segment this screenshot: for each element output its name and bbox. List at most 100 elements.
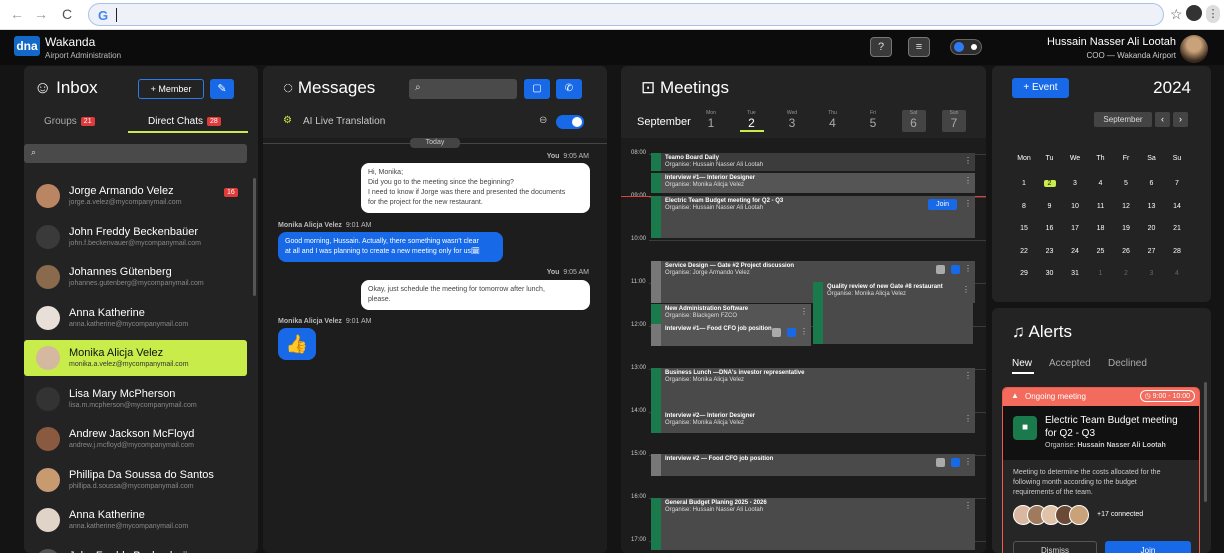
message-bubble-sent[interactable]: Okay, just schedule the meeting for tomo… [361, 280, 590, 310]
calendar-day[interactable]: 27 [1142, 248, 1162, 255]
more-options-icon[interactable]: ⋮ [964, 372, 972, 380]
day-sat[interactable]: Sat 6 [901, 110, 926, 132]
more-options-icon[interactable]: ⋮ [800, 328, 808, 336]
message-bubble-received[interactable]: Good morning, Hussain. Actually, there s… [278, 232, 503, 262]
chevron-right-icon[interactable]: › [1173, 112, 1188, 127]
bookmark-star-icon[interactable]: ☆ [1170, 6, 1183, 23]
calendar-day[interactable]: 30 [1040, 270, 1060, 277]
chevron-left-icon[interactable]: ‹ [1155, 112, 1170, 127]
calendar-day[interactable]: 3 [1142, 270, 1162, 277]
calendar-day[interactable]: 18 [1091, 225, 1111, 232]
join-meeting-button[interactable]: Join [928, 199, 957, 210]
more-options-icon[interactable]: ⋮ [800, 308, 808, 316]
add-event-button[interactable]: + Event [1012, 78, 1069, 98]
calendar-day[interactable]: 28 [1167, 248, 1187, 255]
contact-item[interactable]: Jorge Armando Velez jorge.a.velez@mycompa… [24, 178, 247, 214]
day-tue[interactable]: Tue 2 [739, 110, 764, 132]
meeting-event[interactable]: Quality review of new Gate #8 restaurant… [813, 282, 973, 344]
calendar-day[interactable]: 26 [1116, 248, 1136, 255]
more-options-icon[interactable]: ⋮ [964, 200, 972, 208]
video-call-icon[interactable]: ▢ [524, 79, 550, 99]
calendar-day[interactable]: 2 [1116, 270, 1136, 277]
meeting-event[interactable]: Interview #1— Food CFO job position ⋮ [651, 324, 811, 346]
calendar-day[interactable]: 10 [1065, 203, 1085, 210]
calendar-day[interactable]: 16 [1040, 225, 1060, 232]
calendar-day[interactable]: 20 [1142, 225, 1162, 232]
user-avatar[interactable] [1180, 35, 1208, 63]
calendar-day[interactable]: 13 [1142, 203, 1162, 210]
accept-icon[interactable] [787, 328, 796, 337]
more-options-icon[interactable]: ⋮ [964, 177, 972, 185]
browser-profile-icon[interactable] [1186, 5, 1202, 21]
contact-scrollbar[interactable] [253, 178, 256, 296]
calendar-day[interactable]: 11 [1091, 203, 1111, 210]
address-bar[interactable]: G [88, 3, 1164, 26]
calendar-day[interactable]: 9 [1040, 203, 1060, 210]
contact-item[interactable]: Anna Katherine anna.katherine@mycompanyma… [24, 502, 247, 538]
calendar-day[interactable]: 2 [1043, 180, 1056, 187]
settings-sliders-icon[interactable]: ≡ [908, 37, 930, 57]
contact-item[interactable]: Lisa Mary McPherson lisa.m.mcpherson@myco… [24, 381, 247, 417]
day-fri[interactable]: Fri 5 [861, 110, 885, 132]
reload-icon[interactable]: C [62, 6, 72, 22]
accept-icon[interactable] [951, 265, 960, 274]
calendar-day[interactable]: 24 [1065, 248, 1085, 255]
decline-icon[interactable] [772, 328, 781, 337]
calendar-day[interactable]: 1 [1091, 270, 1111, 277]
contact-item[interactable]: Phillipa Da Soussa do Santos phillipa.d.s… [24, 462, 247, 498]
translation-toggle[interactable] [556, 115, 584, 129]
accept-icon[interactable] [951, 458, 960, 467]
tab-new[interactable]: New [1012, 358, 1032, 369]
calendar-day[interactable]: 4 [1091, 180, 1111, 187]
calendar-day[interactable]: 8 [1014, 203, 1034, 210]
help-icon[interactable]: ? [870, 37, 892, 57]
tab-accepted[interactable]: Accepted [1049, 358, 1091, 369]
calendar-day[interactable]: 23 [1040, 248, 1060, 255]
calendar-day[interactable]: 1 [1014, 180, 1034, 187]
tab-direct-chats[interactable]: Direct Chats 28 [148, 116, 221, 127]
calendar-day[interactable]: 19 [1116, 225, 1136, 232]
more-options-icon[interactable]: ⋮ [962, 286, 970, 294]
calendar-day[interactable]: 5 [1116, 180, 1136, 187]
message-bubble-sent[interactable]: Hi, Monika; Did you go to the meeting sin… [361, 163, 590, 213]
message-search-input[interactable]: ⌕ [409, 79, 517, 99]
meeting-event[interactable]: General Budget Planing 2025 - 2026 Organi… [651, 498, 975, 550]
calendar-day[interactable]: 12 [1116, 203, 1136, 210]
meeting-event[interactable]: Interview #2— Interior Designer Organise:… [651, 411, 975, 433]
more-options-icon[interactable]: ⋮ [964, 415, 972, 423]
calendar-day[interactable]: 4 [1167, 270, 1187, 277]
edit-icon[interactable]: ✎ [210, 79, 234, 99]
meeting-event[interactable]: Interview #1— Interior Designer Organise:… [651, 173, 975, 193]
contact-item[interactable]: Johannes Gütenberg johannes.gutenberg@myc… [24, 259, 247, 295]
contact-item[interactable]: Monika Alicja Velez monika.a.velez@mycomp… [24, 340, 247, 376]
add-member-button[interactable]: + Member [138, 79, 204, 99]
meeting-event[interactable]: Electric Team Budget meeting for Q2 - Q3… [651, 196, 975, 238]
calendar-day[interactable]: 31 [1065, 270, 1085, 277]
day-thu[interactable]: Thu 4 [821, 110, 845, 132]
decline-icon[interactable] [936, 265, 945, 274]
browser-menu-icon[interactable]: ⋮ [1206, 5, 1220, 23]
calendar-day[interactable]: 6 [1142, 180, 1162, 187]
contact-item[interactable]: Anna Katherine anna.katherine@mycompanyma… [24, 300, 247, 336]
day-wed[interactable]: Wed 3 [780, 110, 804, 132]
day-sun[interactable]: Sun 7 [942, 110, 966, 132]
alerts-scrollbar[interactable] [1204, 382, 1207, 502]
more-options-icon[interactable]: ⋮ [964, 458, 972, 466]
month-select[interactable]: September [1094, 112, 1152, 127]
theme-toggle[interactable] [950, 39, 982, 55]
more-options-icon[interactable]: ⋮ [964, 157, 972, 165]
calendar-day[interactable]: 21 [1167, 225, 1187, 232]
calendar-day[interactable]: 7 [1167, 180, 1187, 187]
phone-icon[interactable]: ✆ [556, 79, 582, 99]
calendar-day[interactable]: 22 [1014, 248, 1034, 255]
join-button[interactable]: Join [1105, 541, 1191, 553]
more-options-icon[interactable]: ⋮ [964, 265, 972, 273]
meeting-event[interactable]: Interview #2 — Food CFO job position ⋮ [651, 454, 975, 476]
contact-item[interactable]: John Freddy Beckenbaüer john.f.beckenvaue… [24, 219, 247, 255]
calendar-day[interactable]: 14 [1167, 203, 1187, 210]
more-options-icon[interactable]: ⋮ [964, 502, 972, 510]
day-mon[interactable]: Mon 1 [699, 110, 723, 132]
contact-item[interactable]: John Freddy Beckenbaüer [24, 543, 247, 553]
forward-arrow-icon[interactable]: → [34, 6, 48, 22]
calendar-day[interactable]: 15 [1014, 225, 1034, 232]
